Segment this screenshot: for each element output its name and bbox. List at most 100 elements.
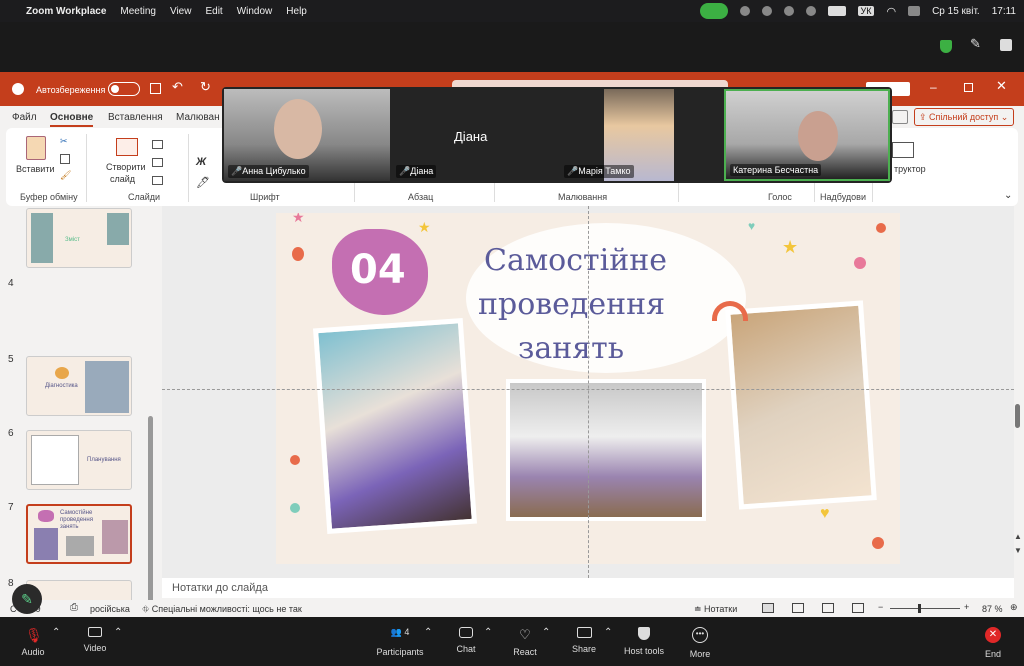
slide-title-line-3: занять [518, 331, 625, 366]
status-icon-2[interactable] [761, 6, 772, 16]
notes-pane[interactable]: Нотатки до слайда [162, 578, 1014, 598]
group-font: Шрифт [250, 192, 280, 202]
language-label[interactable]: російська [90, 604, 130, 614]
menu-view[interactable]: View [170, 6, 192, 17]
dot-decoration [872, 537, 884, 549]
menu-window[interactable]: Window [237, 6, 273, 17]
react-options-icon[interactable]: ⌃ [542, 627, 550, 638]
thumbs-scrollbar[interactable] [148, 416, 153, 626]
designer-icon[interactable] [892, 142, 914, 158]
next-slide-icon[interactable]: ▼ [1014, 546, 1022, 555]
slide-title-line-1: Самостійне [484, 243, 667, 278]
participant-tile[interactable]: 🎤Анна Цибулько [224, 89, 390, 181]
participants-options-icon[interactable]: ⌃ [424, 627, 432, 638]
layout-icon[interactable] [152, 140, 163, 149]
thumb-slide-7-selected[interactable]: Самостійне проведення занять [26, 504, 132, 564]
designer-label[interactable]: труктор [894, 164, 926, 174]
accessibility-label[interactable]: ⛗ Спеціальні можливості: щось не так [142, 604, 302, 615]
menu-meeting[interactable]: Meeting [120, 6, 156, 17]
paste-button-label[interactable]: Вставити [16, 164, 55, 174]
format-painter-icon[interactable]: 🖌 [60, 170, 71, 181]
thumb-slide-6[interactable]: Планування [26, 430, 132, 490]
wifi-icon[interactable]: ◠ [886, 5, 896, 18]
zoom-in-icon[interactable]: + [964, 602, 969, 612]
control-center-icon[interactable] [908, 6, 921, 16]
share-options-icon[interactable]: ⌃ [604, 627, 612, 638]
zoom-camera-status-icon[interactable] [699, 3, 728, 19]
slide-sorter-icon[interactable] [792, 603, 804, 613]
paste-icon[interactable] [26, 136, 46, 160]
restore-icon[interactable] [964, 83, 973, 92]
minimize-icon[interactable]: – [930, 80, 937, 94]
host-tools-button[interactable]: Host tools [618, 627, 670, 656]
save-icon[interactable] [150, 83, 161, 94]
status-icon-3[interactable] [783, 6, 794, 16]
menu-app-name[interactable]: Zoom Workplace [26, 6, 106, 17]
status-icon-1[interactable] [739, 6, 750, 16]
thumb-slide-4[interactable]: Зміст [26, 208, 132, 268]
menubar-date[interactable]: Ср 15 квіт. [932, 6, 980, 17]
participants-button[interactable]: 👥 4 Participants [374, 627, 426, 657]
thumb-table [31, 435, 79, 485]
pencil-icon[interactable]: ✎ [970, 36, 981, 52]
play-icon[interactable] [805, 6, 816, 16]
new-slide-icon[interactable] [116, 138, 138, 156]
cut-icon[interactable]: ✂ [60, 136, 68, 147]
thumb-photo [85, 361, 129, 413]
menubar-time[interactable]: 17:11 [992, 6, 1016, 17]
zoom-slider-thumb[interactable] [918, 604, 921, 613]
slideshow-icon[interactable] [852, 603, 864, 613]
share-button[interactable]: ⇪ Спільний доступ ⌄ [914, 108, 1014, 126]
font-color-icon[interactable]: 🖊 [196, 176, 210, 189]
menu-edit[interactable]: Edit [205, 6, 222, 17]
end-button[interactable]: ✕ End [968, 627, 1018, 659]
canvas-scrollbar[interactable] [1015, 404, 1020, 428]
section-icon[interactable] [152, 176, 163, 185]
tab-insert[interactable]: Вставлення [108, 112, 163, 123]
participant-name: Катерина Бесчастна [730, 164, 822, 176]
tab-file[interactable]: Файл [12, 112, 37, 123]
comments-icon[interactable] [892, 110, 908, 124]
prev-slide-icon[interactable]: ▲ [1014, 532, 1022, 541]
thumb-slide-5[interactable]: Діагностика [26, 356, 132, 416]
video-options-icon[interactable]: ⌃ [114, 627, 122, 638]
tab-draw[interactable]: Малюван [176, 112, 220, 123]
more-button[interactable]: ••• More [675, 627, 725, 659]
menu-help[interactable]: Help [286, 6, 307, 17]
tab-home[interactable]: Основне [50, 112, 94, 127]
new-slide-label-2[interactable]: слайд [110, 174, 135, 184]
input-language[interactable]: УК [857, 6, 875, 16]
ribbon-collapse-icon[interactable]: ⌄ [1004, 190, 1012, 201]
copy-icon[interactable] [60, 154, 70, 164]
bold-icon[interactable]: Ж [196, 156, 206, 168]
undo-icon[interactable]: ↶ [172, 79, 183, 95]
video-button[interactable]: Video [70, 627, 120, 653]
redo-icon[interactable]: ↻ [200, 79, 211, 95]
notes-button[interactable]: ≐ Нотатки [694, 604, 737, 615]
clapper-icon[interactable] [1000, 39, 1012, 51]
fit-slide-icon[interactable]: ⊕ [1010, 602, 1018, 613]
spellcheck-icon[interactable]: ⎙ [70, 602, 78, 613]
normal-view-icon[interactable] [762, 603, 774, 613]
shield-icon[interactable] [940, 40, 952, 53]
participant-tile[interactable]: Діана 🎤Діана [392, 89, 558, 181]
audio-button[interactable]: 🎙 Audio [8, 627, 58, 657]
close-icon[interactable]: ✕ [996, 78, 1007, 94]
zoom-out-icon[interactable]: − [878, 602, 883, 612]
chat-options-icon[interactable]: ⌃ [484, 627, 492, 638]
battery-icon[interactable] [827, 6, 846, 16]
zoom-slider[interactable] [890, 608, 960, 609]
slide-thumbnails-pane[interactable]: 4 Зміст 5 Діагностика 6 Планування 7 Сам… [0, 206, 160, 663]
notes-placeholder: Нотатки до слайда [172, 582, 268, 594]
participant-tile-active[interactable]: Катерина Бесчастна [724, 89, 890, 181]
reading-view-icon[interactable] [822, 603, 834, 613]
audio-options-icon[interactable]: ⌃ [52, 627, 60, 638]
reset-icon[interactable] [152, 158, 163, 167]
new-slide-label-1[interactable]: Створити [106, 162, 146, 172]
annotate-pen-icon[interactable]: ✎ [12, 584, 42, 614]
share-screen-button[interactable]: Share [559, 627, 609, 654]
muted-mic-icon: 🎙 [25, 627, 43, 643]
autosave-toggle[interactable] [108, 82, 140, 96]
participant-tile[interactable]: 🎤Марія Тамко [560, 89, 724, 181]
zoom-percent[interactable]: 87 % [982, 604, 1003, 614]
